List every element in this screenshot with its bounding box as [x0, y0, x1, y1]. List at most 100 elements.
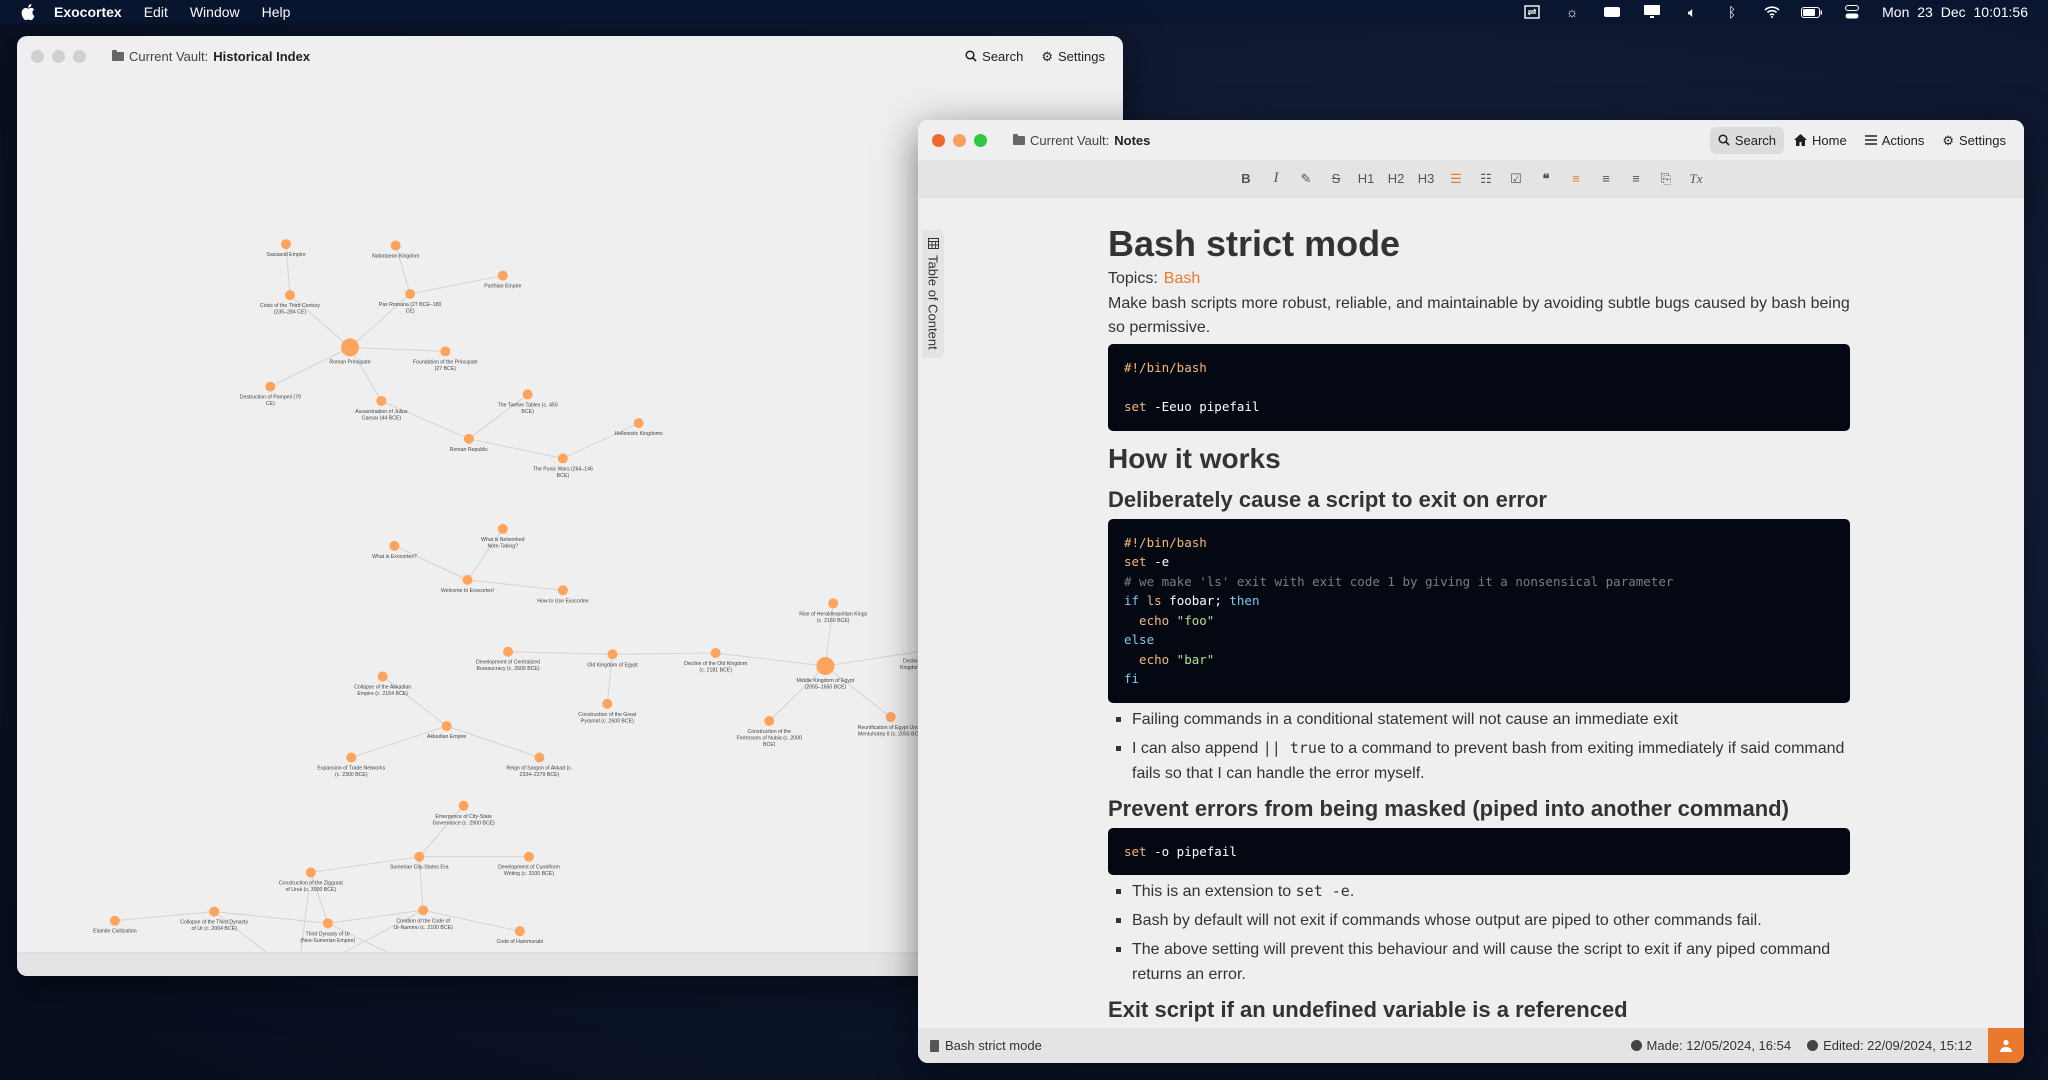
help-menu[interactable]: Help — [262, 4, 291, 20]
note-title[interactable]: Bash strict mode — [1108, 222, 1850, 266]
screen-mirroring-icon[interactable] — [1512, 0, 1552, 24]
graph-node-circle[interactable] — [497, 523, 508, 534]
graph-node-circle[interactable] — [710, 648, 721, 658]
graph-node-circle[interactable] — [503, 646, 514, 657]
actions-button[interactable]: Actions — [1857, 127, 1933, 154]
graph-node-circle[interactable] — [441, 721, 452, 732]
graph-node-circle[interactable] — [523, 851, 534, 862]
graph-node-sumerian[interactable]: Sumerian City-States Era — [390, 851, 449, 871]
graph-node-herakleo[interactable]: Rise of Herakleopolitan Kings(c. 2160 BC… — [799, 598, 868, 624]
zoom-button[interactable] — [974, 133, 987, 147]
graph-node-circle[interactable] — [405, 288, 416, 299]
topic-link-bash[interactable]: Bash — [1164, 270, 1200, 287]
edit-menu[interactable]: Edit — [144, 4, 168, 20]
graph-node-oldkingdom[interactable]: Old Kingdom of Egypt — [587, 649, 638, 668]
graph-node-circle[interactable] — [346, 752, 357, 763]
strikethrough-button[interactable]: S — [1321, 164, 1351, 194]
bluetooth-icon[interactable]: ᛒ — [1712, 0, 1752, 24]
graph-node-circle[interactable] — [281, 239, 292, 250]
graph-node-circle[interactable] — [414, 851, 425, 862]
heading1-button[interactable]: H1 — [1351, 164, 1381, 194]
zoom-button[interactable] — [73, 49, 86, 63]
graph-node-devbureau[interactable]: Development of CentralizedBureaucracy (c… — [476, 646, 540, 673]
graph-node-circle[interactable] — [462, 574, 473, 585]
graph-node-circle[interactable] — [322, 918, 333, 929]
graph-node-circle[interactable] — [557, 585, 568, 596]
note-editor[interactable]: Bash strict mode Topics: Bash Make bash s… — [1108, 198, 1850, 1025]
bold-button[interactable]: B — [1231, 164, 1261, 194]
graph-node-urnammu[interactable]: Creation of the Code ofUr-Nammu (c. 2100… — [393, 905, 453, 931]
close-button[interactable] — [31, 49, 44, 63]
volume-icon[interactable]: 🔈︎ — [1672, 0, 1712, 24]
minimize-button[interactable] — [52, 49, 65, 63]
graph-node-circle[interactable] — [522, 389, 533, 400]
code-block-pipefail[interactable]: set -o pipefail — [1108, 827, 1850, 875]
code-block-set-e[interactable]: #!/bin/bash set -e # we make 'ls' exit w… — [1108, 518, 1850, 703]
task-list-button[interactable]: ☑ — [1501, 164, 1531, 194]
graph-node-sargon[interactable]: Reign of Sargon of Akkad (c.2334–2279 BC… — [506, 752, 572, 778]
graph-node-circle[interactable] — [458, 800, 469, 811]
blockquote-button[interactable]: ❝ — [1531, 164, 1561, 194]
graph-node-circle[interactable] — [389, 540, 400, 551]
graph-node-circle[interactable] — [514, 926, 525, 937]
apple-menu[interactable] — [20, 4, 36, 20]
graph-node-circle[interactable] — [557, 453, 568, 464]
control-center-icon[interactable] — [1832, 0, 1872, 24]
graph-node-citystate[interactable]: Emergence of City-StateGovernance (c. 29… — [432, 800, 495, 827]
graph-node-circle[interactable] — [816, 657, 835, 676]
graph-node-trade[interactable]: Expansion of Trade Networks(c. 2300 BCE) — [317, 752, 386, 778]
edit-mode-button[interactable] — [1988, 1028, 2024, 1063]
align-left-button[interactable]: ≡ — [1561, 164, 1591, 194]
app-menu[interactable]: Exocortex — [54, 4, 122, 20]
graph-node-reunify[interactable]: Reunification of Egypt UnderMentuhotep I… — [858, 711, 924, 738]
code-block-strict-mode[interactable]: #!/bin/bash set -Eeuo pipefail — [1108, 344, 1850, 431]
graph-node-circle[interactable] — [607, 649, 618, 660]
graph-node-principate[interactable]: Roman Principate — [329, 338, 371, 365]
table-of-content-toggle[interactable]: Table of Content — [922, 230, 944, 358]
ordered-list-button[interactable]: ☷ — [1471, 164, 1501, 194]
home-button[interactable]: Home — [1786, 127, 1855, 154]
graph-node-circle[interactable] — [828, 598, 839, 609]
graph-node-welcome[interactable]: Welcome to Exocortex! — [441, 574, 494, 594]
search-button[interactable]: Search — [1709, 126, 1785, 154]
heading3-button[interactable]: H3 — [1411, 164, 1441, 194]
graph-node-pompeii[interactable]: Destruction of Pompeii (79CE) — [240, 381, 301, 408]
graph-node-circle[interactable] — [390, 240, 401, 251]
graph-node-parthian[interactable]: Parthian Empire — [484, 270, 522, 290]
graph-node-julius[interactable]: Assassination of JuliusCaesar (44 BCE) — [355, 395, 408, 422]
keyboard-icon[interactable] — [1592, 0, 1632, 24]
highlight-button[interactable]: ✎ — [1291, 164, 1321, 194]
graph-node-zigguruk[interactable]: Construction of the Zigguratof Uruk (c. … — [279, 867, 344, 893]
menubar-clock[interactable]: Mon 23 Dec 10:01:56 — [1882, 4, 2028, 20]
graph-node-circle[interactable] — [341, 338, 360, 357]
graph-node-circle[interactable] — [497, 270, 508, 281]
graph-node-crisis3c[interactable]: Crisis of the Third Century(235–284 CE) — [260, 290, 321, 316]
graph-node-circle[interactable] — [305, 867, 316, 878]
search-button[interactable]: Search — [957, 43, 1031, 70]
graph-node-circle[interactable] — [265, 381, 276, 392]
graph-node-republic[interactable]: Roman Republic — [450, 433, 489, 453]
graph-node-whatexo[interactable]: What is Exocortex? — [372, 540, 417, 560]
brightness-icon[interactable]: ☼ — [1552, 0, 1592, 24]
align-right-button[interactable]: ≡ — [1621, 164, 1651, 194]
wifi-icon[interactable] — [1752, 0, 1792, 24]
graph-node-ur3collapse[interactable]: Collapse of the Third Dynastyof Ur (c. 2… — [180, 906, 249, 933]
graph-node-circle[interactable] — [602, 698, 613, 709]
graph-node-sassanid[interactable]: Sassanid Empire — [266, 239, 306, 258]
battery-icon[interactable] — [1792, 0, 1832, 24]
graph-node-circle[interactable] — [534, 752, 545, 763]
graph-node-circle[interactable] — [418, 905, 429, 916]
graph-node-punic[interactable]: The Punic Wars (264–146BCE) — [533, 453, 593, 479]
graph-node-ur3[interactable]: Third Dynasty of Ur(Neo-Sumerian Empire) — [300, 918, 355, 944]
minimize-button[interactable] — [953, 133, 966, 147]
graph-node-elamite[interactable]: Elamite Civilization — [93, 915, 137, 935]
heading2-button[interactable]: H2 — [1381, 164, 1411, 194]
bullet-list-button[interactable]: ☰ — [1441, 164, 1471, 194]
graph-node-middlekingdom[interactable]: Middle Kingdom of Egypt(2055–1650 BCE) — [797, 657, 855, 691]
graph-window-titlebar[interactable]: Current Vault: Historical Index Search ⚙… — [17, 36, 1123, 76]
settings-button[interactable]: ⚙ Settings — [1934, 127, 2014, 154]
window-menu[interactable]: Window — [190, 4, 240, 20]
graph-node-circle[interactable] — [633, 418, 644, 429]
insert-file-button[interactable]: ⎘ — [1651, 164, 1681, 194]
graph-node-circle[interactable] — [109, 915, 120, 926]
